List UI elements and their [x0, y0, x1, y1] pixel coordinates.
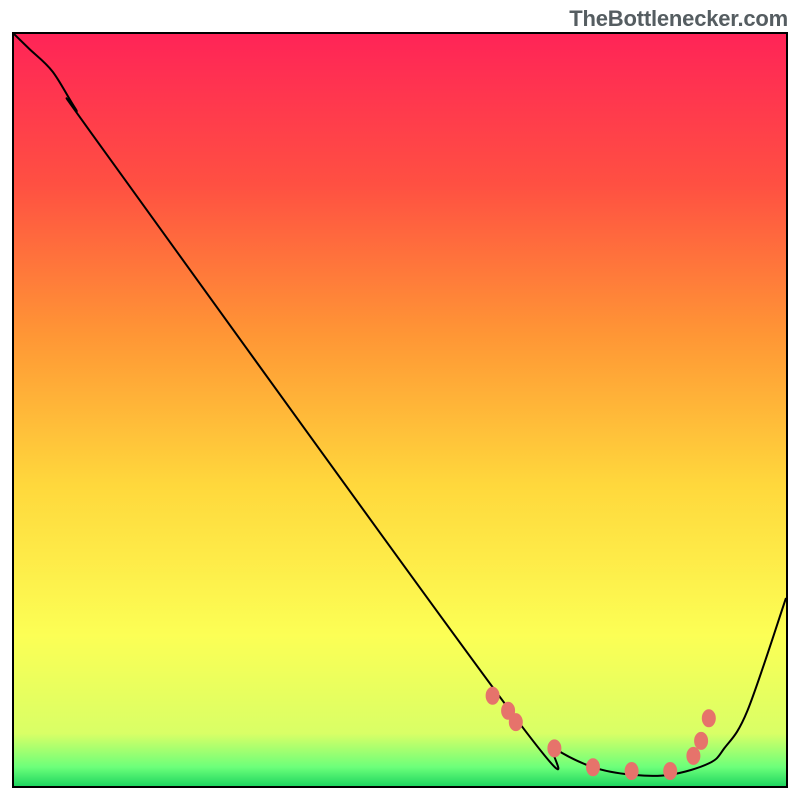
curve-marker [694, 732, 708, 750]
plot-area [12, 32, 788, 788]
chart-frame: TheBottlenecker.com [0, 0, 800, 800]
watermark-text: TheBottlenecker.com [569, 6, 788, 32]
curve-marker [702, 709, 716, 727]
curve-marker [686, 747, 700, 765]
curve-marker [663, 762, 677, 780]
bottleneck-curve [14, 34, 786, 776]
curve-layer [14, 34, 786, 786]
curve-marker [509, 713, 523, 731]
curve-marker [586, 758, 600, 776]
curve-marker [625, 762, 639, 780]
curve-marker [547, 739, 561, 757]
curve-marker [486, 687, 500, 705]
curve-markers [486, 687, 716, 780]
